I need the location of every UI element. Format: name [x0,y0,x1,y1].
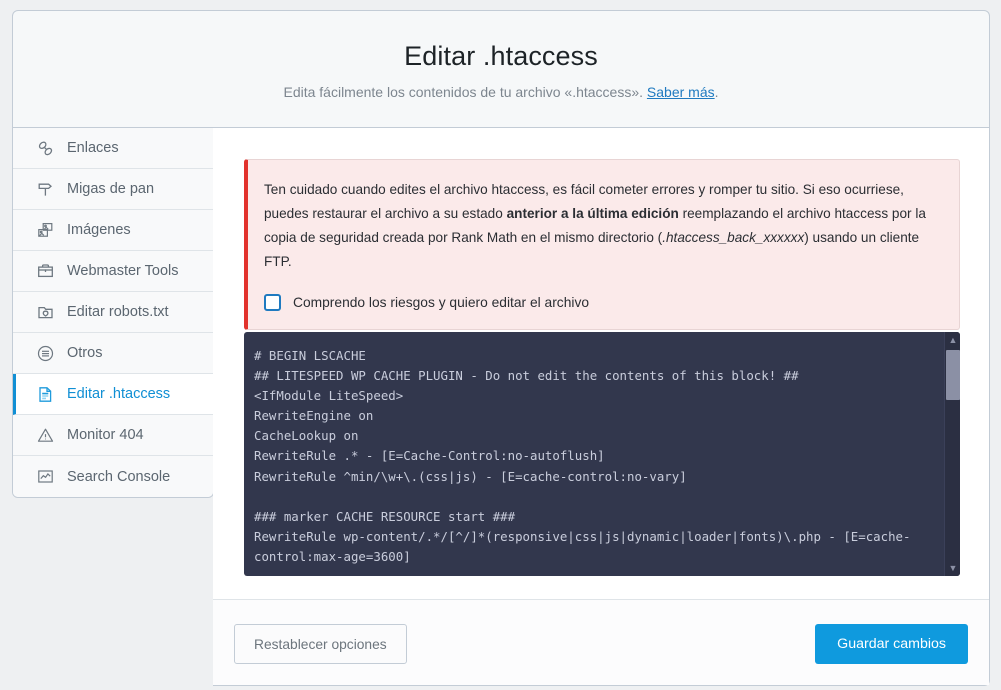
sidebar-item-label: Migas de pan [67,181,155,197]
scrollbar-thumb[interactable] [946,350,960,400]
scroll-up-arrow-icon[interactable]: ▲ [945,332,960,348]
breadcrumb-signpost-icon [35,179,55,199]
page-subtitle: Edita fácilmente los contenidos de tu ar… [13,72,989,100]
page-subtitle-suffix: . [714,84,719,100]
htaccess-editor[interactable]: ▲ ▼ [244,332,960,576]
htaccess-code-textarea[interactable] [244,332,944,576]
understand-risks-label: Comprendo los riesgos y quiero editar el… [293,295,590,310]
main-content: Ten cuidado cuando edites el archivo hta… [213,128,990,686]
sidebar-item-label: Editar .htaccess [67,386,171,402]
sidebar-item-label: Webmaster Tools [67,263,179,279]
robots-folder-icon [35,302,55,322]
page-root: Editar .htaccess Edita fácilmente los co… [0,0,1001,690]
notice-text-italic: .htaccess_back_xxxxxx [662,230,805,245]
sidebar-item-search-console[interactable]: Search Console [13,456,213,497]
sidebar-item-label: Search Console [67,468,171,485]
sidebar-item-webmaster-tools[interactable]: Webmaster Tools [13,251,213,292]
learn-more-link[interactable]: Saber más [647,84,715,100]
form-footer: Restablecer opciones Guardar cambios [213,599,989,685]
chart-box-icon [35,467,55,487]
sidebar-item-migas-de-pan[interactable]: Migas de pan [13,169,213,210]
sidebar-item-editar-htaccess[interactable]: Editar .htaccess [13,374,213,415]
sidebar-item-label: Editar robots.txt [67,304,169,320]
images-icon [35,220,55,240]
page-header: Editar .htaccess Edita fácilmente los co… [12,10,990,128]
sidebar-item-monitor-404[interactable]: Monitor 404 [13,415,213,456]
reset-options-button[interactable]: Restablecer opciones [234,624,407,664]
warning-notice: Ten cuidado cuando edites el archivo hta… [244,159,960,330]
checkbox-icon[interactable] [264,294,281,311]
save-changes-button[interactable]: Guardar cambios [815,624,968,664]
sidebar-item-label: Imágenes [67,222,131,238]
page-subtitle-text: Edita fácilmente los contenidos de tu ar… [283,84,647,100]
sidebar-item-label: Monitor 404 [67,427,144,443]
sidebar-item-editar-robots[interactable]: Editar robots.txt [13,292,213,333]
sidebar-item-otros[interactable]: Otros [13,333,213,374]
editor-scrollbar[interactable]: ▲ ▼ [944,332,960,576]
warning-triangle-icon [35,425,55,445]
sidebar-item-imagenes[interactable]: Imágenes [13,210,213,251]
warning-notice-text: Ten cuidado cuando edites el archivo hta… [264,178,941,274]
document-lines-icon [35,384,55,404]
sidebar: Enlaces Migas de pan Imágenes Webmaster … [12,128,214,498]
sidebar-item-enlaces[interactable]: Enlaces [13,128,213,169]
sidebar-item-label: Enlaces [67,140,119,156]
toolbox-icon [35,261,55,281]
list-circle-icon [35,343,55,363]
link-icon [35,138,55,158]
page-title: Editar .htaccess [404,41,598,71]
understand-risks-checkbox-row[interactable]: Comprendo los riesgos y quiero editar el… [264,294,941,311]
scroll-down-arrow-icon[interactable]: ▼ [945,560,960,576]
notice-text-bold: anterior a la última edición [506,206,679,221]
sidebar-item-label: Otros [67,345,103,361]
